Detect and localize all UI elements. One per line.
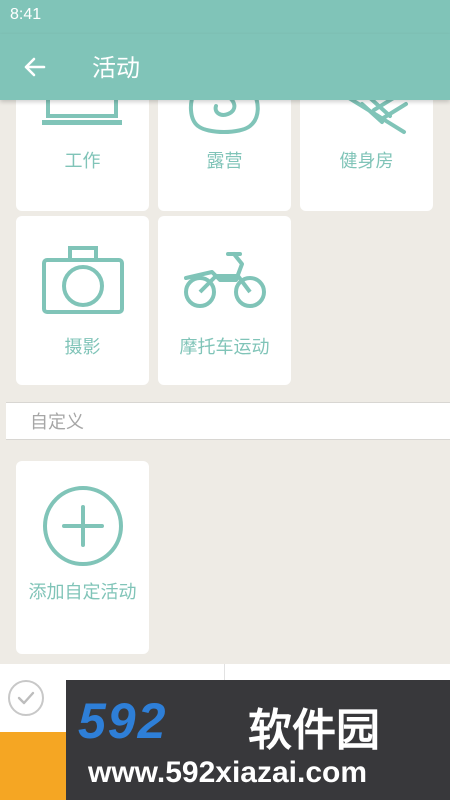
- orange-action-strip[interactable]: [0, 732, 68, 800]
- watermark-number: 592: [78, 693, 168, 749]
- activity-label: 摩托车运动: [179, 337, 270, 358]
- status-bar: 8:41: [0, 0, 450, 34]
- motorcycle-icon: [184, 252, 266, 308]
- app-bar: 活动: [0, 34, 450, 100]
- status-time: 8:41: [10, 6, 42, 23]
- watermark-url: www.592xiazai.com: [88, 756, 368, 789]
- watermark-banner: 592 软件园 www.592xiazai.com: [66, 680, 450, 800]
- camera-icon: [42, 246, 124, 314]
- arrow-left-icon[interactable]: [18, 50, 52, 84]
- activity-list: 工作 露营 健身房 摄影 摩托车运动 自定义 添加自定活动: [0, 100, 450, 680]
- activity-label: 露营: [206, 151, 243, 172]
- activity-label: 工作: [64, 151, 101, 172]
- add-custom-activity-label: 添加自定活动: [28, 582, 137, 603]
- activity-tile-motorcycle[interactable]: 摩托车运动: [158, 216, 291, 385]
- activity-tile-gym[interactable]: 健身房: [300, 100, 433, 211]
- plus-circle-icon: [43, 486, 123, 566]
- activity-tile-photography[interactable]: 摄影: [16, 216, 149, 385]
- activity-label: 摄影: [64, 337, 101, 358]
- check-icon[interactable]: [8, 680, 44, 716]
- activity-tile-work[interactable]: 工作: [16, 100, 149, 211]
- section-header-custom: 自定义: [6, 402, 450, 440]
- page-title: 活动: [92, 54, 140, 82]
- laptop-icon: [42, 100, 122, 125]
- watermark-brand: 软件园: [248, 705, 380, 756]
- add-custom-activity-button[interactable]: 添加自定活动: [16, 461, 149, 654]
- camping-icon: [189, 100, 260, 134]
- section-title: 自定义: [30, 412, 84, 433]
- activity-tile-camping[interactable]: 露营: [158, 100, 291, 211]
- activity-label: 健身房: [339, 151, 394, 172]
- gym-icon: [348, 100, 408, 134]
